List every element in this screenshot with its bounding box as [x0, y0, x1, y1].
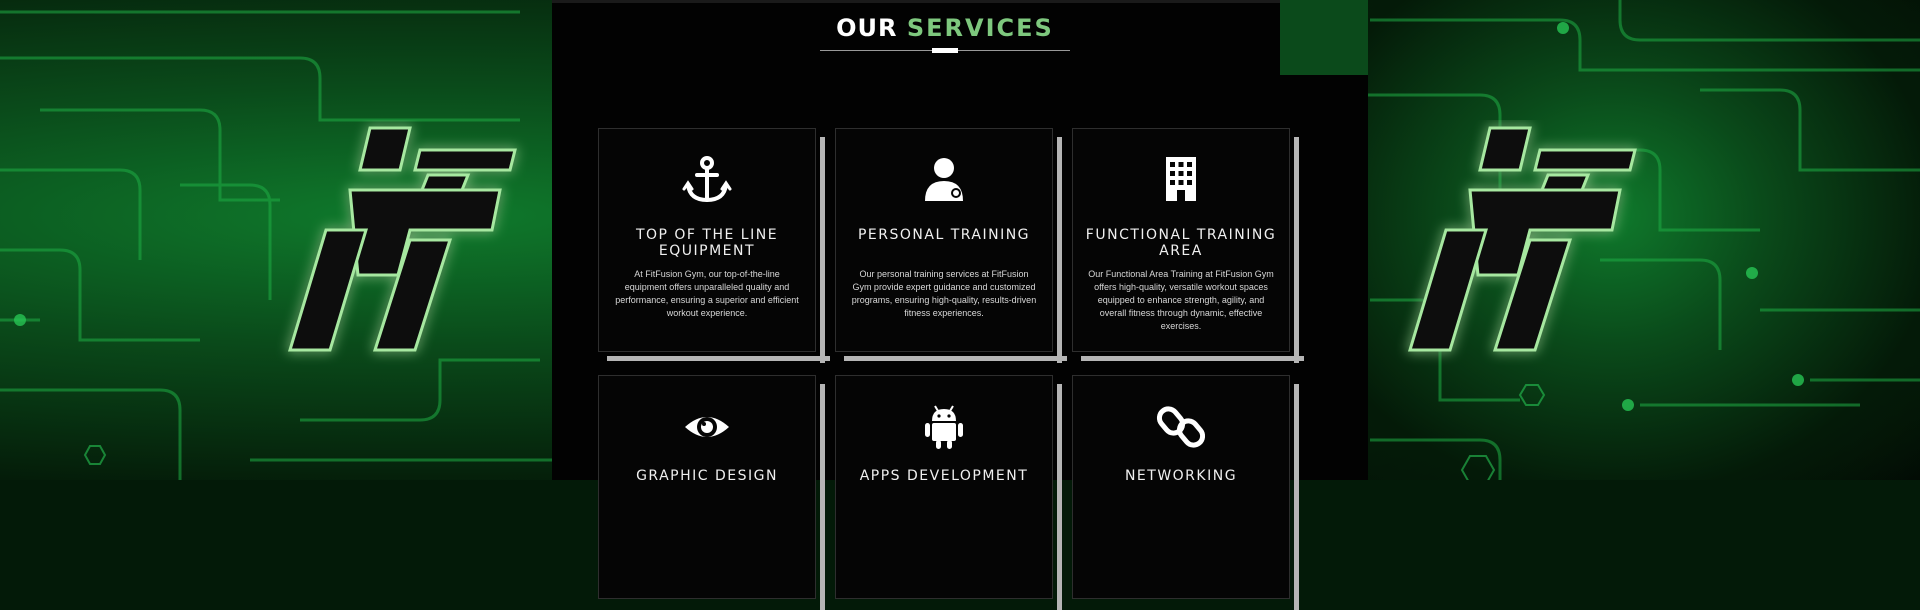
card-shadow: [820, 384, 825, 610]
panel-corner-fold: [1280, 0, 1368, 75]
service-card-personal-training[interactable]: PERSONAL TRAINING Our personal training …: [835, 128, 1067, 363]
service-card-description: Our personal training services at FitFus…: [851, 269, 1037, 318]
card-shadow: [1081, 356, 1304, 361]
fitfusion-logo-right: [1407, 126, 1637, 352]
anchor-icon: [599, 155, 815, 205]
card-shadow: [1057, 137, 1062, 363]
card-shadow: [1057, 384, 1062, 610]
service-card-title: TOP OF THE LINE EQUIPMENT: [635, 227, 779, 259]
service-card-description: At FitFusion Gym, our top-of-the-line eq…: [615, 269, 799, 318]
service-card-graphic-design[interactable]: GRAPHIC DESIGN: [598, 375, 825, 610]
service-card-networking[interactable]: NETWORKING: [1072, 375, 1299, 610]
service-card-title: FUNCTIONAL TRAINING AREA: [1085, 227, 1277, 259]
android-icon: [836, 402, 1052, 452]
service-card-description: Our Functional Area Training at FitFusio…: [1088, 269, 1274, 331]
section-title-word-2: SERVICES: [906, 14, 1054, 42]
building-icon: [1073, 155, 1289, 205]
service-card-title: APPS DEVELOPMENT: [859, 468, 1029, 484]
link-icon: [1073, 402, 1289, 452]
service-card-title: NETWORKING: [1124, 468, 1238, 484]
section-title-word-1: OUR: [836, 14, 898, 42]
service-card-functional-training[interactable]: FUNCTIONAL TRAINING AREA Our Functional …: [1072, 128, 1304, 363]
card-shadow: [1294, 137, 1299, 363]
card-shadow: [844, 356, 1067, 361]
user-icon: [836, 155, 1052, 205]
title-underline-accent: [932, 48, 958, 53]
section-title: OUR SERVICES: [820, 14, 1070, 42]
service-card-title: PERSONAL TRAINING: [857, 227, 1031, 243]
service-card-title: GRAPHIC DESIGN: [636, 468, 778, 484]
service-card-apps-development[interactable]: APPS DEVELOPMENT: [835, 375, 1062, 610]
service-card-equipment[interactable]: TOP OF THE LINE EQUIPMENT At FitFusion G…: [598, 128, 830, 363]
fitfusion-logo-left: [287, 126, 517, 352]
eye-icon: [599, 402, 815, 452]
card-shadow: [1294, 384, 1299, 610]
card-shadow: [820, 137, 825, 363]
panel-top-border: [552, 0, 1280, 3]
card-shadow: [607, 356, 830, 361]
